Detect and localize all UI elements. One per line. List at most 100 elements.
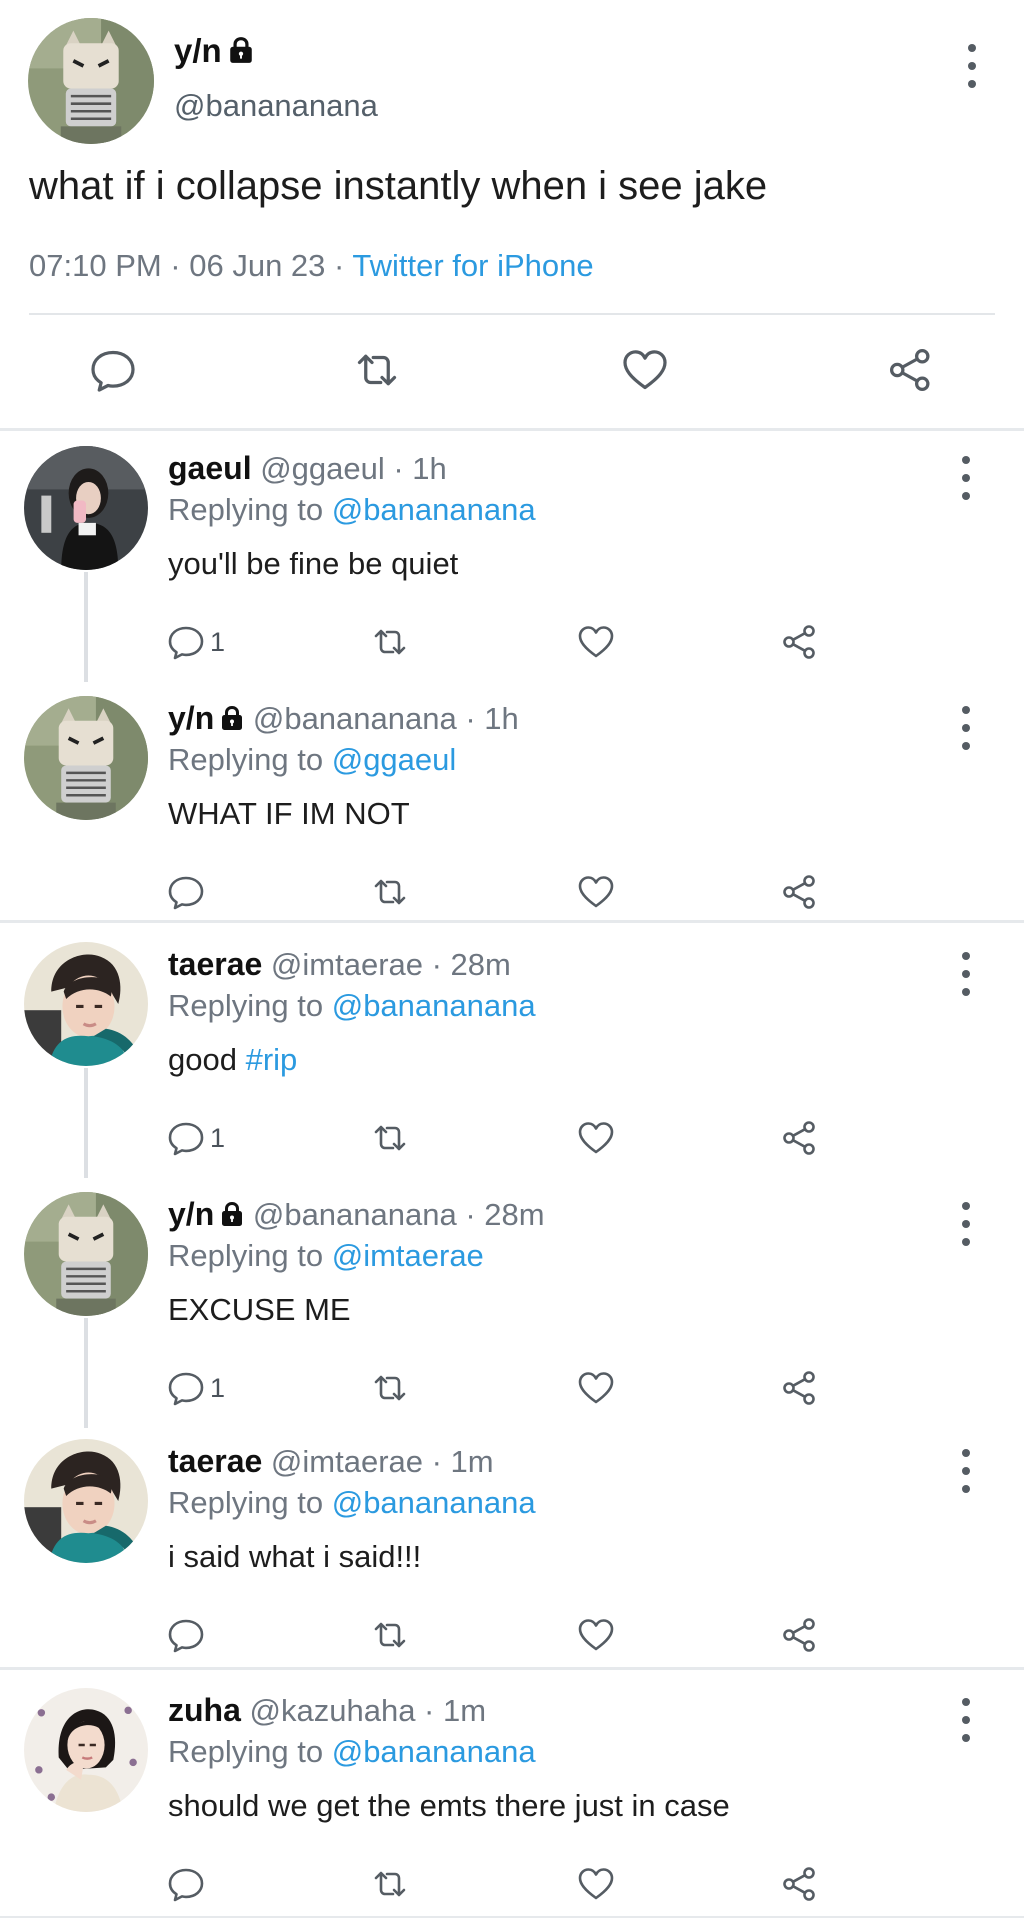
reply-button[interactable]: 1 xyxy=(166,1118,225,1158)
replying-to: Replying to @banananana xyxy=(168,988,536,1024)
reply-tweet[interactable]: y/n @banananana · 28m Replying to @imtae… xyxy=(0,1180,1024,1428)
author-name[interactable]: gaeul xyxy=(168,450,252,486)
more-icon[interactable] xyxy=(959,706,973,750)
replying-to-link[interactable]: @banananana xyxy=(332,492,536,527)
reply-button[interactable]: 1 xyxy=(166,622,225,662)
avatar[interactable] xyxy=(24,1192,148,1316)
replying-to-link[interactable]: @banananana xyxy=(332,1734,536,1769)
retweet-button[interactable] xyxy=(370,622,410,662)
heart-icon xyxy=(576,1118,616,1158)
heart-icon xyxy=(576,1368,616,1408)
more-icon[interactable] xyxy=(959,952,973,996)
like-button[interactable] xyxy=(576,622,616,662)
author-handle-time: @imtaerae · 1m xyxy=(270,1444,494,1479)
thread-line xyxy=(84,572,88,682)
reply-header: gaeul @ggaeul · 1h xyxy=(168,450,447,487)
share-button[interactable] xyxy=(886,345,936,395)
comment-icon xyxy=(166,1118,206,1158)
reply-tweet[interactable]: y/n @banananana · 1h Replying to @ggaeul… xyxy=(0,684,1024,932)
replying-to-link[interactable]: @ggaeul xyxy=(332,742,457,777)
reply-text-body: WHAT IF IM NOT xyxy=(168,796,410,831)
more-icon[interactable] xyxy=(959,1202,973,1246)
reply-tweet[interactable]: taerae @imtaerae · 1m Replying to @banan… xyxy=(0,1427,1024,1675)
author-name[interactable]: y/n xyxy=(168,1196,214,1232)
avatar[interactable] xyxy=(24,696,148,820)
author-name[interactable]: taerae xyxy=(168,946,262,982)
retweet-button[interactable] xyxy=(370,1368,410,1408)
retweet-button[interactable] xyxy=(370,872,410,912)
author-handle[interactable]: @banananana xyxy=(174,88,378,124)
reply-button[interactable] xyxy=(166,1864,206,1904)
avatar[interactable] xyxy=(24,1688,148,1812)
share-button[interactable] xyxy=(780,872,820,912)
hashtag-link[interactable]: #rip xyxy=(246,1042,298,1077)
share-button[interactable] xyxy=(780,1118,820,1158)
heart-icon xyxy=(576,1864,616,1904)
author-handle-time: @ggaeul · 1h xyxy=(260,451,447,486)
share-button[interactable] xyxy=(780,1368,820,1408)
share-button[interactable] xyxy=(780,1615,820,1655)
tweet-source-link[interactable]: Twitter for iPhone xyxy=(352,248,593,283)
replying-to-link[interactable]: @banananana xyxy=(332,1485,536,1520)
divider xyxy=(29,313,995,315)
more-icon[interactable] xyxy=(959,1449,973,1493)
heart-icon xyxy=(576,1615,616,1655)
avatar[interactable] xyxy=(28,18,154,144)
like-button[interactable] xyxy=(576,872,616,912)
reply-count: 1 xyxy=(210,1372,226,1403)
divider xyxy=(0,920,1024,923)
lock-icon xyxy=(228,34,254,72)
replying-to-link[interactable]: @imtaerae xyxy=(332,1238,484,1273)
reply-text: WHAT IF IM NOT xyxy=(168,796,410,832)
author-name[interactable]: zuha xyxy=(168,1692,241,1728)
author-name[interactable]: y/n xyxy=(168,700,214,736)
reply-text: you'll be fine be quiet xyxy=(168,546,458,582)
more-icon[interactable] xyxy=(959,1698,973,1742)
like-button[interactable] xyxy=(576,1368,616,1408)
retweet-button[interactable] xyxy=(370,1864,410,1904)
like-button[interactable] xyxy=(620,345,670,395)
replying-to-link[interactable]: @banananana xyxy=(332,988,536,1023)
replying-label: Replying to xyxy=(168,1734,324,1769)
divider xyxy=(0,1667,1024,1670)
thread-line xyxy=(84,1068,88,1178)
share-icon xyxy=(780,872,820,912)
retweet-icon xyxy=(370,872,410,912)
reply-text-body: should we get the emts there just in cas… xyxy=(168,1788,730,1823)
more-icon[interactable] xyxy=(965,44,979,88)
avatar[interactable] xyxy=(24,942,148,1066)
lock-icon xyxy=(220,703,244,739)
replying-label: Replying to xyxy=(168,1238,324,1273)
like-button[interactable] xyxy=(576,1118,616,1158)
avatar[interactable] xyxy=(24,446,148,570)
reply-tweet[interactable]: zuha @kazuhaha · 1m Replying to @bananan… xyxy=(0,1676,1024,1920)
reply-button[interactable] xyxy=(166,872,206,912)
retweet-button[interactable] xyxy=(352,345,402,395)
reply-tweet[interactable]: taerae @imtaerae · 28m Replying to @bana… xyxy=(0,930,1024,1178)
share-button[interactable] xyxy=(780,1864,820,1904)
share-icon xyxy=(780,1864,820,1904)
reply-text: should we get the emts there just in cas… xyxy=(168,1788,730,1824)
reply-button[interactable] xyxy=(166,1615,206,1655)
reply-button[interactable]: 1 xyxy=(166,1368,225,1408)
retweet-icon xyxy=(370,1864,410,1904)
more-icon[interactable] xyxy=(959,456,973,500)
like-button[interactable] xyxy=(576,1864,616,1904)
replying-to: Replying to @banananana xyxy=(168,1734,536,1770)
replying-label: Replying to xyxy=(168,1485,324,1520)
reply-button[interactable] xyxy=(88,345,138,395)
tweet-author[interactable]: y/n xyxy=(174,32,254,72)
author-name[interactable]: taerae xyxy=(168,1443,262,1479)
reply-tweet[interactable]: gaeul @ggaeul · 1h Replying to @bananana… xyxy=(0,434,1024,682)
retweet-button[interactable] xyxy=(370,1118,410,1158)
retweet-button[interactable] xyxy=(370,1615,410,1655)
tweet-meta: 07:10 PM · 06 Jun 23 · Twitter for iPhon… xyxy=(29,248,594,284)
lock-icon xyxy=(220,1199,244,1235)
replying-to: Replying to @banananana xyxy=(168,1485,536,1521)
like-button[interactable] xyxy=(576,1615,616,1655)
share-button[interactable] xyxy=(780,622,820,662)
heart-icon xyxy=(620,345,670,395)
avatar[interactable] xyxy=(24,1439,148,1563)
comment-icon xyxy=(166,1615,206,1655)
tweet-text: what if i collapse instantly when i see … xyxy=(29,164,768,208)
